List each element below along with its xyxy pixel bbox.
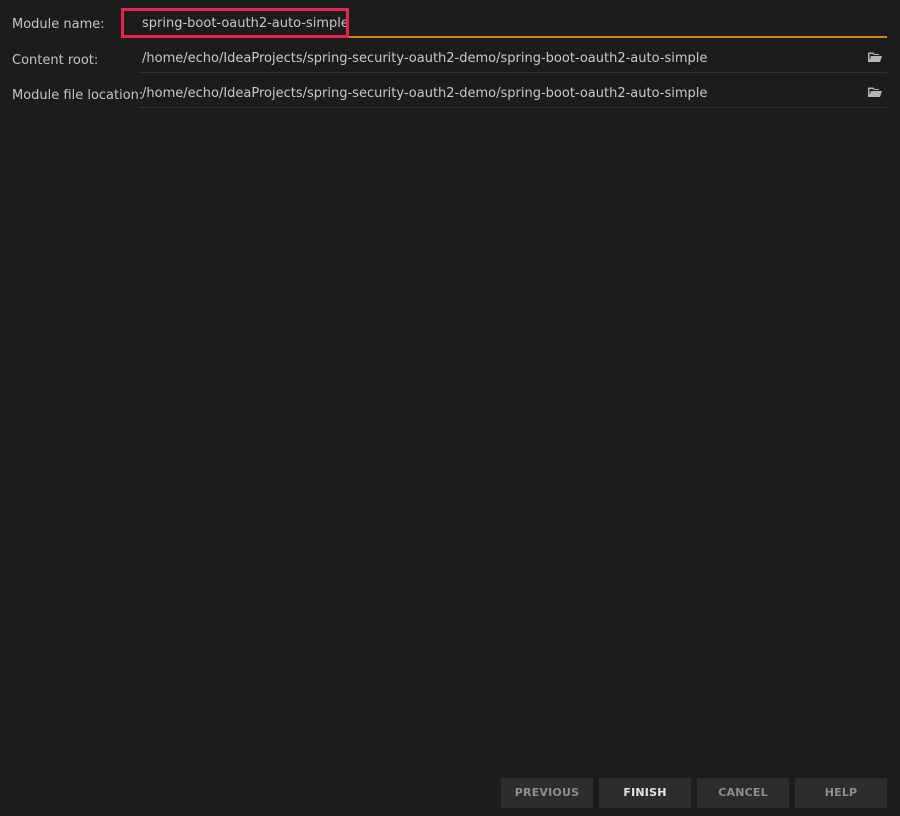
previous-button[interactable]: PREVIOUS: [501, 778, 593, 808]
new-module-dialog: Module name: spring-boot-oauth2-auto-sim…: [0, 0, 900, 816]
content-root-label: Content root:: [12, 53, 99, 68]
module-file-location-value: /home/echo/IdeaProjects/spring-security-…: [142, 86, 708, 101]
content-root-field[interactable]: /home/echo/IdeaProjects/spring-security-…: [138, 45, 887, 73]
module-name-label: Module name:: [12, 17, 105, 32]
help-button[interactable]: HELP: [795, 778, 887, 808]
module-file-location-field[interactable]: /home/echo/IdeaProjects/spring-security-…: [138, 80, 887, 108]
module-file-location-label: Module file location:: [12, 88, 144, 103]
finish-button[interactable]: FINISH: [599, 778, 691, 808]
cancel-button[interactable]: CANCEL: [697, 778, 789, 808]
module-name-field[interactable]: spring-boot-oauth2-auto-simple: [138, 10, 887, 38]
folder-icon[interactable]: [868, 87, 882, 98]
content-root-value: /home/echo/IdeaProjects/spring-security-…: [142, 51, 708, 66]
dialog-button-bar: PREVIOUS FINISH CANCEL HELP: [501, 778, 887, 808]
folder-icon[interactable]: [868, 52, 882, 63]
module-name-value: spring-boot-oauth2-auto-simple: [142, 16, 349, 31]
